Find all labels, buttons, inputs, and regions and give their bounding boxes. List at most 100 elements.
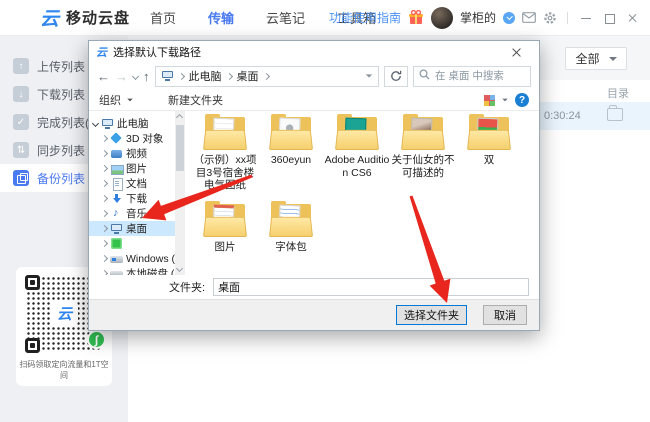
chevron-right-icon[interactable] [101,270,108,275]
dialog-title: 选择默认下载路径 [113,44,201,60]
chevron-down-icon[interactable] [92,120,99,127]
app-window: 移动云盘 首页 传输 云笔记 工具箱 功能使用指南 掌柜的 [0,0,650,422]
nav-notes[interactable]: 云笔记 [266,8,305,27]
refresh-button[interactable] [384,66,408,87]
column-header-directory: 目录 [607,85,629,101]
folder-item-sample-project[interactable]: （示例）xx项目3号宿舍楼电气图纸 [192,114,258,192]
gift-icon[interactable] [408,10,424,25]
download-icon: ↓ [13,86,29,102]
app-logo: 移动云盘 [40,4,130,31]
green-app-icon [110,238,123,250]
search-input[interactable] [435,70,525,82]
qr-caption: 扫码领取定向流量和1T空间 [16,359,112,381]
tree-item-documents[interactable]: 文档 [89,176,175,191]
folder-icon [399,114,447,152]
dialog-nav-bar: ← → ↑ 此电脑 桌面 [89,62,539,90]
chevron-right-icon[interactable] [101,180,108,187]
tree-item-green-app[interactable] [89,236,175,251]
history-chevron-icon[interactable] [132,72,139,79]
dialog-app-icon [96,44,107,60]
scroll-up-icon[interactable] [176,114,183,121]
tree-item-local-disk-d[interactable]: 本地磁盘 (D:) [89,266,175,275]
folder-icon [465,114,513,152]
folder-field-label: 文件夹: [169,279,205,295]
chevron-right-icon[interactable] [101,210,108,217]
folder-tree: 此电脑 3D 对象 视频 图片 [89,111,175,275]
help-icon[interactable] [515,93,529,107]
view-mode-icon[interactable] [484,95,495,106]
username[interactable]: 掌柜的 [460,9,496,26]
filter-all-dropdown[interactable]: 全部 [565,47,627,70]
folder-icon [607,108,623,121]
tree-item-3d-objects[interactable]: 3D 对象 [89,131,175,146]
organize-button[interactable]: 组织 [99,92,134,108]
forward-icon[interactable]: → [115,70,128,83]
cloud-logo-icon [40,4,59,31]
address-dropdown-icon[interactable] [366,74,372,77]
tree-item-this-pc[interactable]: 此电脑 [89,116,175,131]
new-folder-button[interactable]: 新建文件夹 [168,92,223,108]
desktop-icon [110,223,123,235]
message-icon[interactable] [522,12,536,23]
chevron-right-icon[interactable] [101,225,108,232]
chevron-right-icon[interactable] [101,240,108,247]
folder-item-360eyun[interactable]: 360eyun [258,114,324,192]
system-drive-icon [110,253,123,265]
folder-item-fairy[interactable]: 关于仙女的不可描述的 [390,114,456,192]
chevron-right-icon[interactable] [101,255,108,262]
chevron-right-icon [177,72,184,79]
breadcrumb-desktop[interactable]: 桌面 [237,68,259,84]
settings-gear-icon[interactable] [543,11,557,25]
chevron-right-icon[interactable] [101,150,108,157]
file-picker-dialog: 选择默认下载路径 ← → ↑ 此电脑 桌面 [88,40,540,331]
chevron-right-icon[interactable] [101,165,108,172]
tree-scrollbar[interactable] [175,111,185,275]
dialog-toolbar: 组织 新建文件夹 [89,90,539,111]
chevron-down-icon [609,57,617,61]
scroll-down-icon[interactable] [176,265,183,272]
tree-item-music[interactable]: 音乐 [89,206,175,221]
folder-item-shuang[interactable]: 双 [456,114,522,192]
verified-badge-icon [503,12,515,24]
scrollbar-thumb[interactable] [176,125,184,171]
address-bar[interactable]: 此电脑 桌面 [155,66,380,87]
up-icon[interactable]: ↑ [143,70,150,83]
minimize-button[interactable] [578,10,594,26]
breadcrumb-this-pc[interactable]: 此电脑 [189,68,222,84]
tree-item-videos[interactable]: 视频 [89,146,175,161]
qr-app-badge-icon [87,330,106,349]
search-icon [419,69,430,83]
cancel-button[interactable]: 取消 [483,305,527,325]
chevron-right-icon [262,72,269,79]
chevron-right-icon[interactable] [101,195,108,202]
qr-finder-icon [25,338,40,353]
folder-item-font-pack[interactable]: 字体包 [258,201,324,254]
avatar[interactable] [431,7,453,29]
tree-item-desktop[interactable]: 桌面 [89,221,175,236]
upload-icon: ↑ [13,58,29,74]
tree-item-pictures[interactable]: 图片 [89,161,175,176]
folder-icon [201,201,249,239]
maximize-button[interactable] [601,10,617,26]
folder-icon [333,114,381,152]
guide-link[interactable]: 功能使用指南 [329,9,401,26]
chevron-down-icon[interactable] [502,99,508,102]
chevron-right-icon[interactable] [101,135,108,142]
dialog-body: 此电脑 3D 对象 视频 图片 [89,111,539,275]
back-icon[interactable]: ← [97,70,110,83]
folder-icon [201,114,249,152]
this-pc-icon [161,70,174,82]
dialog-close-icon[interactable] [502,43,532,61]
qr-cloud-logo-icon [51,302,78,325]
folder-name-input[interactable] [213,278,529,296]
folder-item-adobe-audition[interactable]: Adobe Audition CS6 [324,114,390,192]
nav-transfer[interactable]: 传输 [208,8,234,27]
close-button[interactable] [624,10,640,26]
tree-item-windows-c[interactable]: Windows (C:) [89,251,175,266]
nav-home[interactable]: 首页 [150,8,176,27]
row-timestamp: 0:30:24 [544,110,581,122]
folder-item-pictures[interactable]: 图片 [192,201,258,254]
tree-item-downloads[interactable]: 下载 [89,191,175,206]
select-folder-button[interactable]: 选择文件夹 [396,305,467,325]
drive-icon [110,268,123,276]
